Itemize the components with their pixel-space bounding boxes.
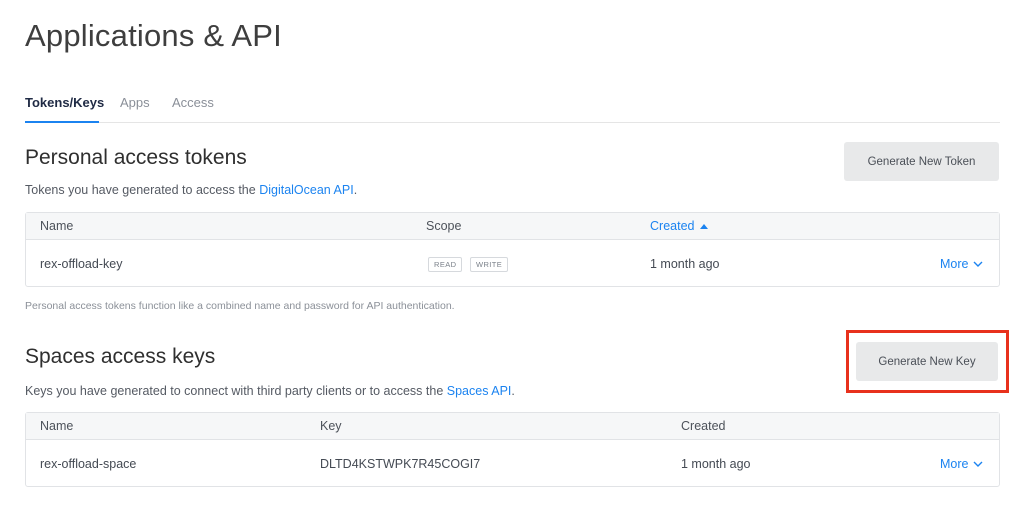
space-access-key: DLTD4KSTWPK7R45COGI7	[320, 457, 481, 471]
scope-badge-read: READ	[428, 257, 463, 272]
column-header-name[interactable]: Name	[40, 219, 73, 233]
generate-new-token-button[interactable]: Generate New Token	[844, 142, 999, 181]
column-header-created[interactable]: Created	[650, 219, 709, 233]
spaces-section-title: Spaces access keys	[25, 345, 216, 368]
scope-badge-write: WRITE	[470, 257, 509, 272]
space-key-more-menu[interactable]: More	[940, 457, 983, 471]
spaces-table-header: Name Key Created	[26, 413, 999, 440]
spaces-keys-table: Name Key Created rex-offload-space DLTD4…	[25, 412, 1000, 487]
tokens-desc-text: Tokens you have generated to access the	[25, 183, 260, 197]
space-key-name: rex-offload-space	[40, 457, 137, 471]
chevron-down-icon	[973, 461, 983, 467]
tokens-table: Name Scope Created rex-offload-key READ …	[25, 212, 1000, 287]
chevron-down-icon	[973, 261, 983, 267]
spaces-desc-suffix: .	[511, 384, 515, 398]
caret-up-icon	[700, 223, 709, 229]
column-header-scope[interactable]: Scope	[426, 219, 461, 233]
tab-bar: Tokens/Keys Apps Access	[25, 92, 1000, 123]
tab-tokens-keys[interactable]: Tokens/Keys	[25, 95, 104, 110]
token-more-menu[interactable]: More	[940, 257, 983, 271]
column-header-key[interactable]: Key	[320, 419, 342, 433]
tab-apps[interactable]: Apps	[120, 95, 150, 110]
space-key-created: 1 month ago	[681, 457, 751, 471]
more-label: More	[940, 457, 969, 471]
highlight-annotation-box	[846, 330, 1009, 393]
tokens-desc-suffix: .	[353, 183, 358, 197]
token-name: rex-offload-key	[40, 257, 123, 271]
tab-access[interactable]: Access	[172, 95, 214, 110]
tokens-table-header: Name Scope Created	[26, 213, 999, 240]
column-header-created-label: Created	[650, 219, 695, 233]
spaces-desc-text: Keys you have generated to connect with …	[25, 384, 447, 398]
spaces-api-link[interactable]: Spaces API	[447, 384, 512, 398]
more-label: More	[940, 257, 969, 271]
column-header-name[interactable]: Name	[40, 419, 73, 433]
column-header-created[interactable]: Created	[681, 419, 725, 433]
spaces-section-description: Keys you have generated to connect with …	[25, 384, 515, 398]
token-created: 1 month ago	[650, 257, 720, 271]
digitalocean-api-link[interactable]: DigitalOcean API	[259, 183, 354, 197]
tokens-section-title: Personal access tokens	[25, 146, 247, 169]
tokens-section-description: Tokens you have generated to access the …	[25, 183, 357, 197]
active-tab-indicator	[25, 121, 99, 123]
tokens-footnote: Personal access tokens function like a c…	[25, 300, 455, 312]
page-title: Applications & API	[25, 18, 282, 53]
